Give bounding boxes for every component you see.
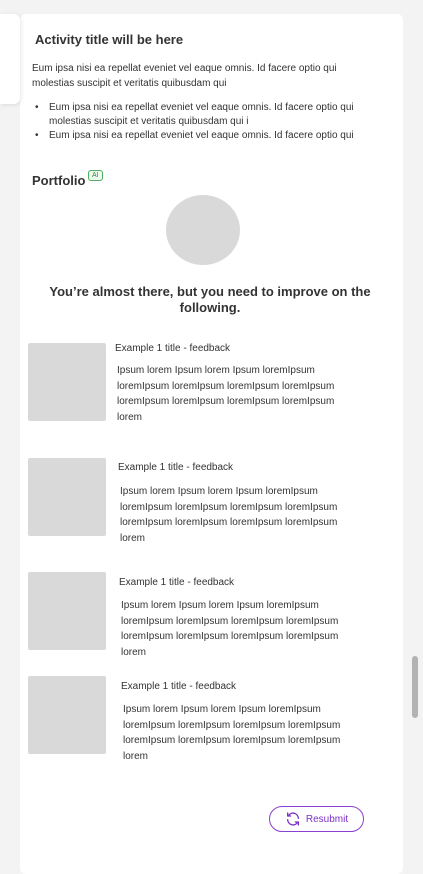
- avatar-placeholder: [166, 195, 240, 265]
- feedback-body: Ipsum lorem Ipsum lorem Ipsum loremIpsum…: [117, 365, 335, 423]
- scrollbar-thumb[interactable]: [412, 656, 418, 718]
- bullet-item: Eum ipsa nisi ea repellat eveniet vel ea…: [35, 129, 375, 143]
- feedback-thumbnail: [28, 572, 106, 650]
- feedback-headline: You’re almost there, but you need to imp…: [49, 284, 371, 315]
- ai-badge: AI: [88, 170, 103, 181]
- feedback-title: Example 1 title - feedback: [121, 681, 237, 692]
- feedback-title: Example 1 title - feedback: [119, 577, 235, 588]
- resubmit-label: Resubmit: [305, 813, 349, 825]
- side-panel: [0, 14, 20, 104]
- portfolio-title: Portfolio: [32, 173, 86, 188]
- feedback-title: Example 1 title - feedback: [115, 343, 231, 354]
- refresh-icon: [286, 812, 299, 826]
- bullet-item: Eum ipsa nisi ea repellat eveniet vel ea…: [35, 101, 375, 129]
- activity-title: Activity title will be here: [35, 32, 184, 47]
- feedback-thumbnail: [28, 343, 106, 421]
- feedback-title: Example 1 title - feedback: [118, 462, 234, 473]
- activity-bullet-list: Eum ipsa nisi ea repellat eveniet vel ea…: [35, 101, 375, 143]
- activity-description: Eum ipsa nisi ea repellat eveniet vel ea…: [32, 63, 337, 89]
- feedback-body: Ipsum lorem Ipsum lorem Ipsum loremIpsum…: [120, 486, 338, 544]
- feedback-thumbnail: [28, 676, 106, 754]
- feedback-thumbnail: [28, 458, 106, 536]
- feedback-body: Ipsum lorem Ipsum lorem Ipsum loremIpsum…: [123, 704, 341, 762]
- resubmit-button[interactable]: Resubmit: [269, 806, 364, 832]
- feedback-body: Ipsum lorem Ipsum lorem Ipsum loremIpsum…: [121, 600, 339, 658]
